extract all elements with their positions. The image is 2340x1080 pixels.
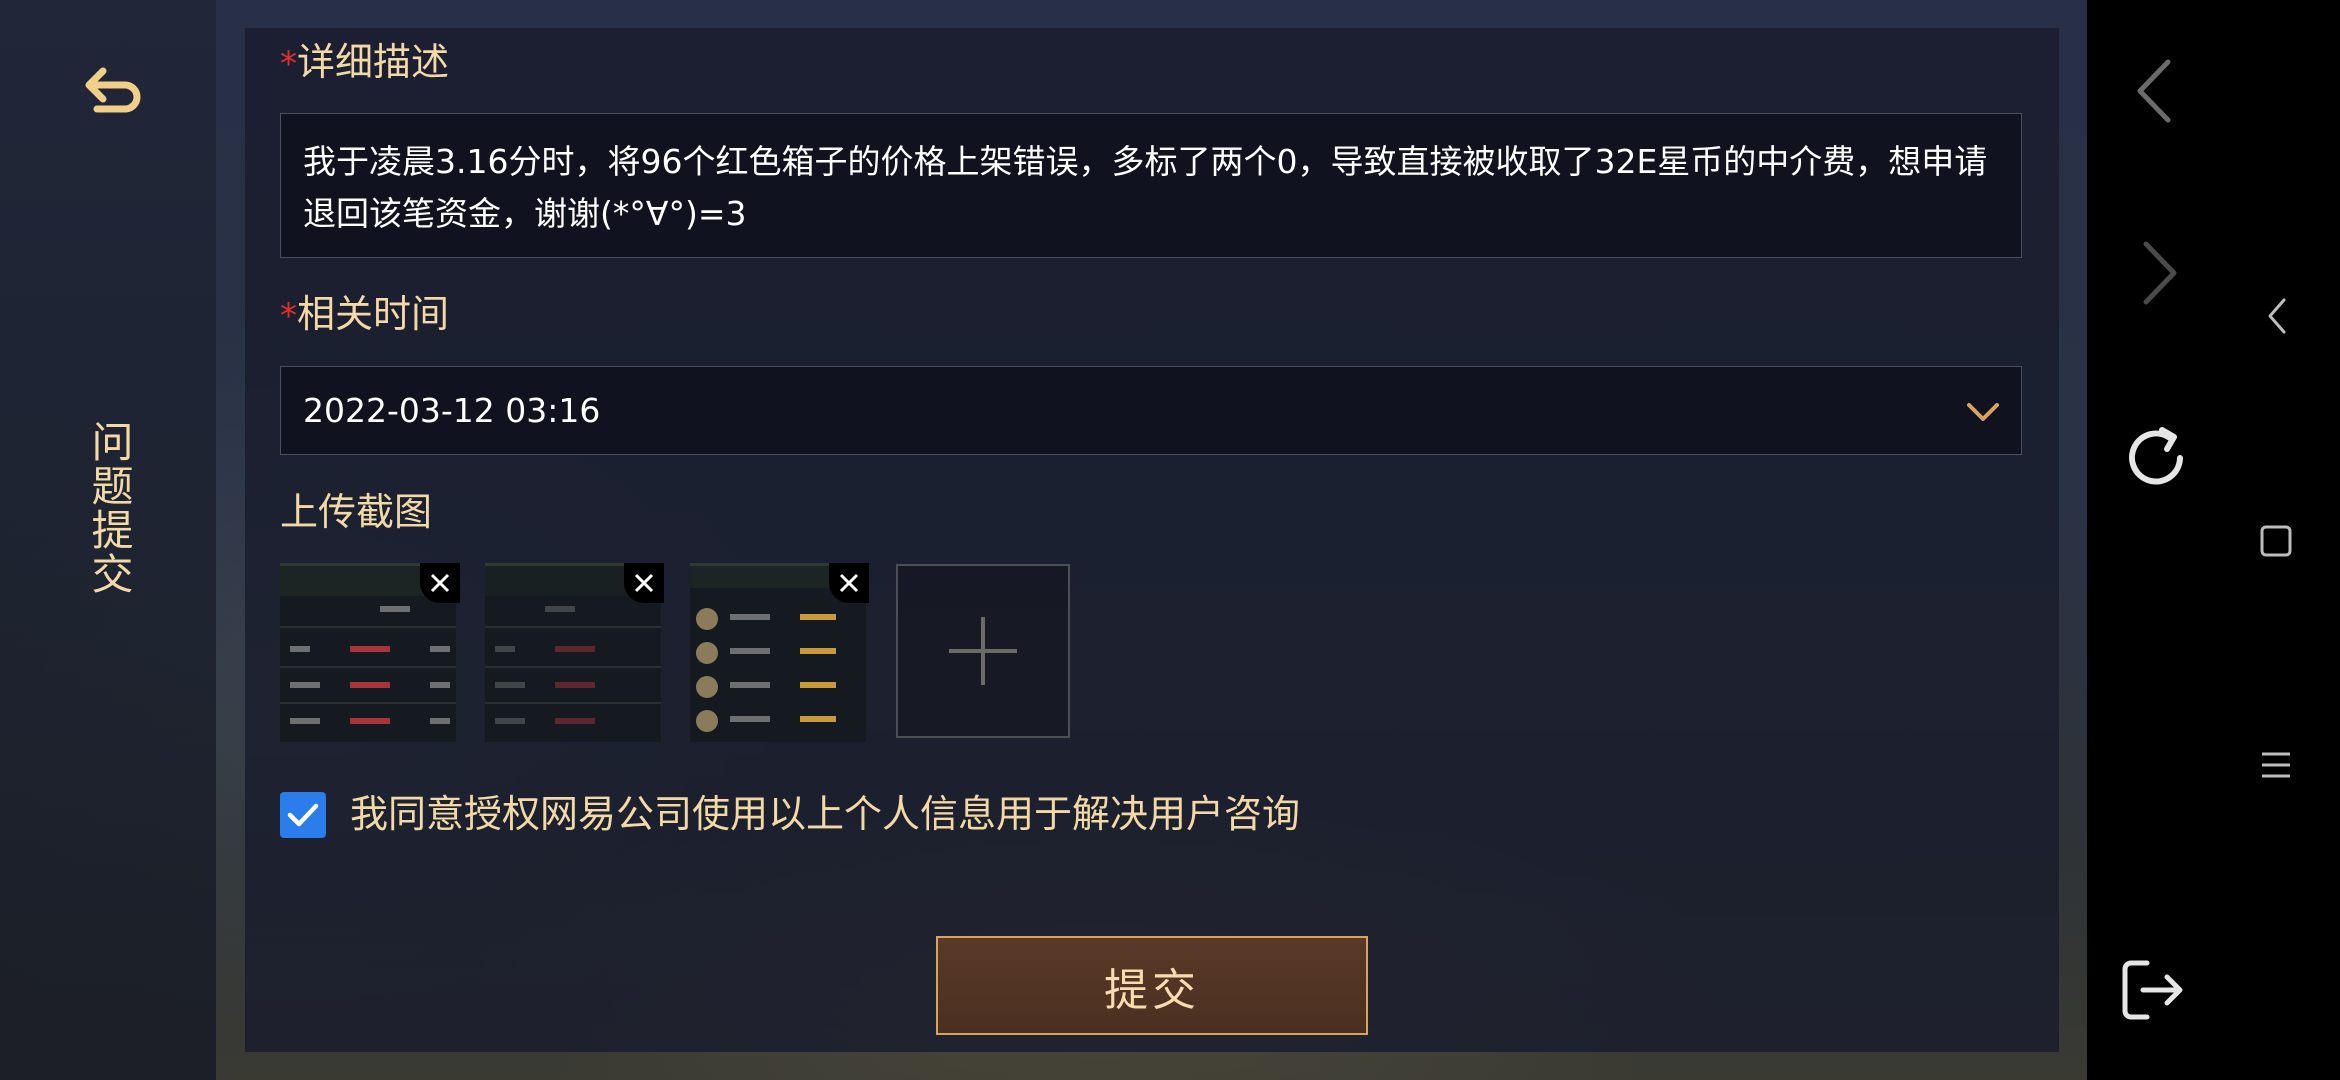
consent-text: 我同意授权网易公司使用以上个人信息用于解决用户咨询 xyxy=(350,792,1301,836)
add-screenshot-button[interactable] xyxy=(896,564,1070,738)
refresh-button[interactable] xyxy=(2118,420,2194,496)
time-select[interactable]: 2022-03-12 03:16 xyxy=(280,366,2022,455)
close-icon xyxy=(634,573,654,593)
return-arrow-icon xyxy=(85,67,141,113)
forward-arrow-icon xyxy=(2143,241,2177,305)
recent-apps-button[interactable] xyxy=(2259,524,2293,558)
close-icon xyxy=(430,573,450,593)
remove-screenshot-2-button[interactable] xyxy=(624,563,664,603)
menu-button[interactable] xyxy=(2259,748,2293,782)
exit-button[interactable] xyxy=(2117,955,2187,1025)
left-sidebar: 问题提交 xyxy=(0,0,216,1080)
description-label: *详细描述 xyxy=(280,38,449,88)
required-mark: * xyxy=(280,296,297,336)
nav-forward-button[interactable] xyxy=(2122,238,2192,308)
menu-icon xyxy=(2262,752,2290,778)
page-title: 问题提交 xyxy=(85,420,134,596)
nav-back-button[interactable] xyxy=(2122,56,2192,126)
exit-icon xyxy=(2122,960,2183,1020)
collapse-button[interactable] xyxy=(2262,296,2292,336)
system-nav-panel xyxy=(2087,0,2340,1080)
back-button[interactable] xyxy=(70,50,150,130)
back-arrow-icon xyxy=(2137,59,2171,123)
time-label-text: 相关时间 xyxy=(297,292,450,336)
upload-label: 上传截图 xyxy=(280,490,433,534)
plus-icon xyxy=(949,617,1017,685)
remove-screenshot-3-button[interactable] xyxy=(829,563,869,603)
collapse-icon xyxy=(2268,298,2286,334)
square-icon xyxy=(2260,525,2292,557)
description-textarea[interactable]: 我于凌晨3.16分时，将96个红色箱子的价格上架错误，多标了两个0，导致直接被收… xyxy=(280,113,2022,258)
remove-screenshot-1-button[interactable] xyxy=(420,563,460,603)
close-icon xyxy=(839,573,859,593)
consent-checkbox[interactable] xyxy=(280,792,326,838)
submit-button[interactable]: 提交 xyxy=(936,936,1368,1035)
checkmark-icon xyxy=(287,803,319,827)
chevron-down-icon xyxy=(1967,403,1999,421)
time-label: *相关时间 xyxy=(280,290,449,340)
required-mark: * xyxy=(280,44,297,84)
description-label-text: 详细描述 xyxy=(297,40,450,84)
refresh-icon xyxy=(2129,427,2183,485)
time-value: 2022-03-12 03:16 xyxy=(303,391,601,430)
